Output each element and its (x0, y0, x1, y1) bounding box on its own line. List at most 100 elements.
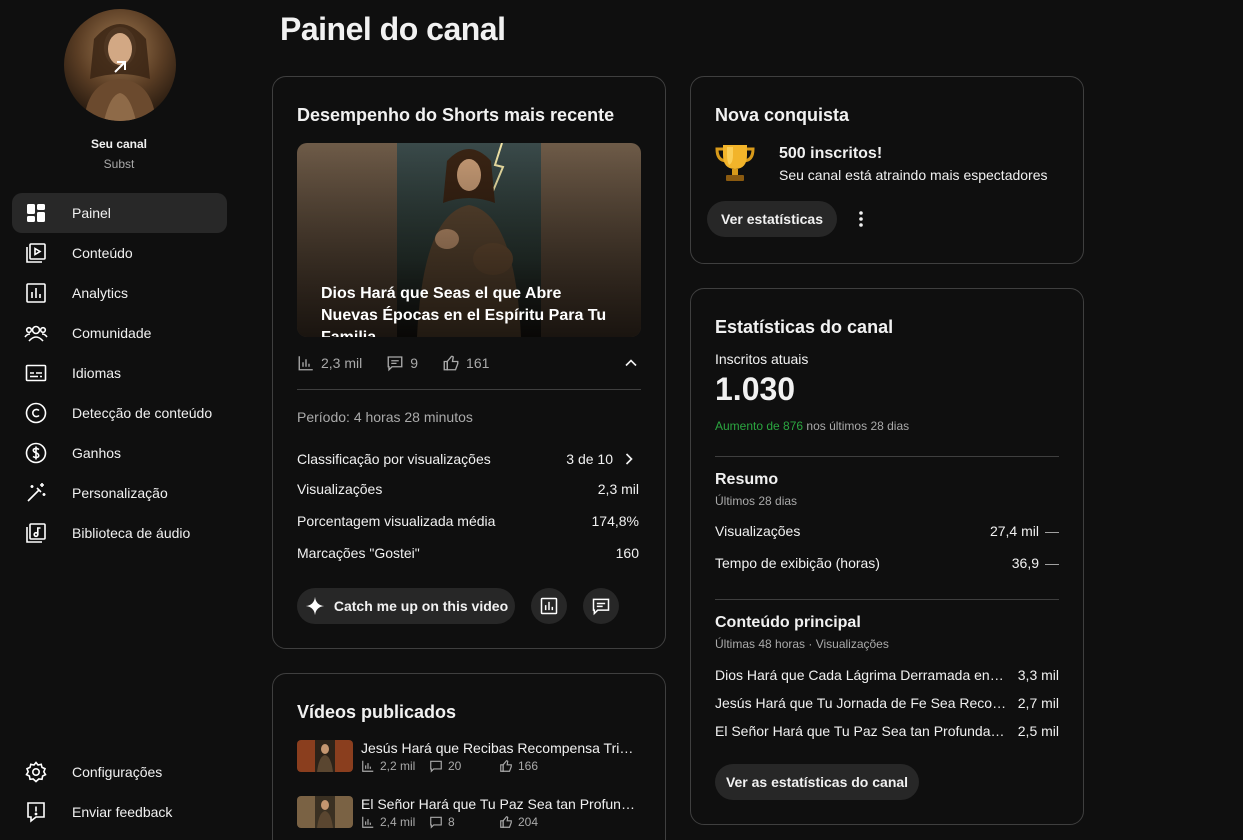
analytics-icon (362, 760, 374, 772)
dashboard-icon (24, 201, 48, 225)
video-views: 2,2 mil (380, 759, 416, 773)
trend-indicator: — (1045, 555, 1059, 571)
divider (715, 456, 1059, 457)
see-channel-stats-button[interactable]: Ver as estatísticas do canal (715, 764, 919, 800)
sidebar-item-painel[interactable]: Painel (12, 193, 227, 233)
copyright-icon (24, 401, 48, 425)
period-text: Período: 4 horas 28 minutos (297, 409, 473, 425)
top-item-value: 3,3 mil (1017, 667, 1059, 683)
see-stats-button[interactable]: Ver estatísticas (707, 201, 837, 237)
channel-handle: Subst (103, 157, 135, 171)
shorts-thumbnail[interactable]: Dios Hará que Seas el que Abre Nuevas Ép… (297, 143, 641, 337)
thumbs-up-icon (500, 816, 512, 828)
video-stats: 2,2 mil 20 166 (361, 759, 538, 773)
metric-value: 36,9 (1011, 555, 1039, 571)
analytics-button[interactable] (531, 588, 567, 624)
shorts-performance-card: Desempenho do Shorts mais recente Dios H… (272, 76, 666, 649)
sidebar-item-ganhos[interactable]: Ganhos (12, 433, 227, 473)
top-item-title: El Señor Hará que Tu Paz Sea tan Profund… (715, 723, 1007, 739)
sidebar-item-label: Idiomas (72, 365, 122, 381)
more-options-icon[interactable] (849, 207, 873, 231)
trophy-icon (715, 145, 755, 181)
delta-green: Aumento de 876 (715, 419, 804, 433)
sidebar-item-deteccao[interactable]: Detecção de conteúdo (12, 393, 227, 433)
top-item-title: Dios Hará que Cada Lágrima Derramada en … (715, 667, 1007, 683)
comment-icon (430, 760, 442, 773)
subscribers-label: Inscritos atuais (715, 351, 809, 367)
sidebar-item-label: Biblioteca de áudio (72, 525, 191, 541)
card-title: Estatísticas do canal (715, 317, 894, 337)
analytics-icon (298, 356, 313, 371)
chevron-up-icon[interactable] (621, 353, 641, 373)
sidebar-item-label: Configurações (72, 764, 163, 780)
video-stats: 2,4 mil 8 204 (361, 815, 538, 829)
likes-stat: 161 (442, 354, 489, 372)
divider (297, 389, 641, 390)
comment-icon (592, 598, 610, 616)
shorts-video-title: Dios Hará que Seas el que Abre Nuevas Ép… (321, 285, 607, 337)
metric-value: 3 de 10 (566, 451, 613, 467)
card-title: Vídeos publicados (297, 702, 457, 722)
video-views: 2,4 mil (380, 815, 416, 829)
page-title: Painel do canal (280, 11, 506, 47)
magic-wand-icon (24, 481, 48, 505)
top-item-title: Jesús Hará que Tu Jornada de Fe Sea Reco… (715, 695, 1007, 711)
views-value: 2,3 mil (321, 355, 363, 371)
catch-me-up-label: Catch me up on this video (333, 598, 509, 614)
sidebar-item-configuracoes[interactable]: Configurações (12, 752, 227, 792)
achievement-subtitle: Seu canal está atraindo mais espectadore… (779, 167, 1048, 183)
sparkle-icon (305, 596, 325, 616)
video-comments: 8 (448, 815, 455, 829)
metric-value: 27,4 mil (989, 523, 1039, 539)
subscribers-count: 1.030 (715, 371, 796, 407)
video-likes: 204 (518, 815, 539, 829)
external-link-icon[interactable] (108, 55, 132, 79)
comments-stat: 9 (386, 354, 418, 372)
metric-value: 174,8% (591, 513, 639, 529)
sidebar-item-comunidade[interactable]: Comunidade (12, 313, 227, 353)
summary-title: Resumo (715, 471, 779, 488)
list-item[interactable]: El Señor Hará que Tu Paz Sea tan Profund… (297, 796, 641, 830)
subscribers-delta: Aumento de 876 nos últimos 28 dias (715, 419, 909, 433)
channel-avatar[interactable] (64, 9, 176, 121)
trend-indicator: — (1045, 523, 1059, 539)
chevron-right-icon (625, 453, 633, 465)
list-item[interactable]: Jesús Hará que Recibas Recompensa Triple… (297, 740, 641, 774)
published-videos-card: Vídeos publicados Jesús Hará que Recibas… (272, 673, 666, 840)
metric-label: Marcações "Gostei" (297, 545, 420, 561)
metric-label: Tempo de exibição (horas) (715, 555, 880, 571)
content-icon (24, 241, 48, 265)
sidebar-item-label: Detecção de conteúdo (72, 405, 213, 421)
comments-value: 9 (410, 355, 419, 371)
catch-me-up-button[interactable]: Catch me up on this video (297, 588, 515, 624)
analytics-icon (540, 597, 558, 615)
top-item-value: 2,7 mil (1017, 695, 1059, 711)
metric-label: Visualizações (715, 523, 801, 539)
comments-button[interactable] (583, 588, 619, 624)
analytics-icon (362, 816, 374, 828)
analytics-icon (24, 281, 48, 305)
comment-icon (387, 356, 403, 372)
gear-icon (24, 760, 48, 784)
sidebar-item-biblioteca-audio[interactable]: Biblioteca de áudio (12, 513, 227, 553)
sidebar-item-conteudo[interactable]: Conteúdo (12, 233, 227, 273)
summary-row-watch-time: Tempo de exibição (horas) 36,9 — (715, 555, 1059, 571)
video-title: Jesús Hará que Recibas Recompensa Triple… (361, 740, 641, 756)
sidebar-item-idiomas[interactable]: Idiomas (12, 353, 227, 393)
metric-row-likes: Marcações "Gostei" 160 (297, 545, 639, 561)
see-stats-label: Ver estatísticas (721, 211, 823, 227)
video-comments: 20 (448, 759, 462, 773)
sidebar-item-personalizacao[interactable]: Personalização (12, 473, 227, 513)
sidebar-item-analytics[interactable]: Analytics (12, 273, 227, 313)
metric-row-ranking[interactable]: Classificação por visualizações 3 de 10 (297, 449, 639, 469)
channel-name: Seu canal (90, 137, 148, 151)
comment-icon (430, 816, 442, 829)
achievement-headline: 500 inscritos! (779, 145, 883, 162)
sidebar: Seu canal Subst Painel Conteúdo Analytic… (0, 0, 240, 840)
thumbs-up-icon (500, 760, 512, 772)
likes-value: 161 (466, 355, 490, 371)
metric-row-views: Visualizações 2,3 mil (297, 481, 639, 497)
sidebar-item-label: Conteúdo (72, 245, 133, 261)
community-icon (24, 321, 48, 345)
sidebar-item-feedback[interactable]: Enviar feedback (12, 792, 227, 832)
